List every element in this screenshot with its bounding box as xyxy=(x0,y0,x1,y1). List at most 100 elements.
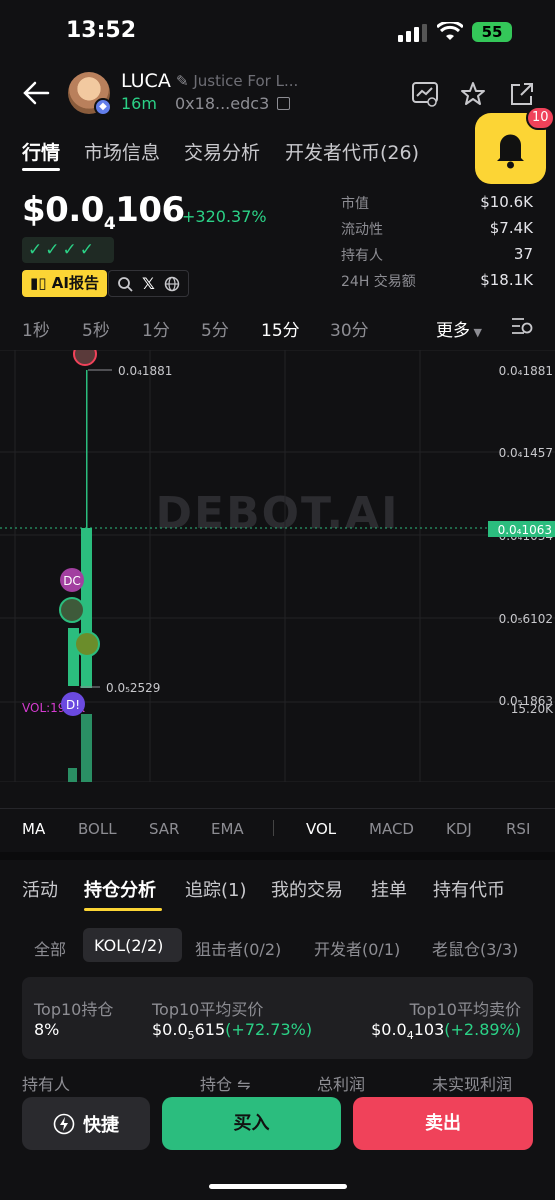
avg-sell-value: $0.04103(+2.89%) xyxy=(371,1020,521,1043)
back-arrow-icon[interactable] xyxy=(22,78,52,108)
tab-market-info[interactable]: 市场信息 xyxy=(84,138,160,165)
battery-indicator: 55 xyxy=(472,22,512,42)
sell-button[interactable]: 卖出 xyxy=(353,1097,533,1150)
interval-5m[interactable]: 5分 xyxy=(201,316,229,341)
subtab-activity[interactable]: 活动 xyxy=(22,876,58,902)
token-age: 16m xyxy=(121,94,157,113)
interval-1s[interactable]: 1秒 xyxy=(22,316,50,341)
axis-label: 0.0₄1881 xyxy=(499,364,553,378)
filter-insiders[interactable]: 老鼠仓(3/3) xyxy=(432,936,518,960)
column-holding[interactable]: 持仓 ⇋ xyxy=(200,1071,251,1095)
token-description: ✎ Justice For L... xyxy=(176,72,299,90)
volume-bar xyxy=(81,714,92,782)
buy-button[interactable]: 买入 xyxy=(162,1097,341,1150)
stat-label-liquidity: 流动性 xyxy=(341,222,383,238)
filter-developers[interactable]: 开发者(0/1) xyxy=(314,936,400,960)
indicator-rsi[interactable]: RSI xyxy=(506,820,530,838)
subtab-held-tokens[interactable]: 持有代币 xyxy=(433,876,505,902)
high-price-label: 0.0₄1881 xyxy=(118,364,172,378)
indicator-macd[interactable]: MACD xyxy=(369,820,414,838)
divider xyxy=(0,808,555,809)
stat-label-mcap: 市值 xyxy=(341,196,369,212)
current-price-tag-label: 0.0₄1063 xyxy=(498,523,552,537)
subtab-active-indicator xyxy=(84,908,162,911)
marker-label: D! xyxy=(66,698,80,712)
lightning-icon xyxy=(53,1113,75,1134)
quick-trade-button[interactable]: 快捷 xyxy=(22,1097,150,1150)
indicator-divider xyxy=(273,820,274,836)
alert-count-badge: 10 xyxy=(526,106,555,130)
indicator-kdj[interactable]: KDJ xyxy=(446,820,472,838)
stat-value-holders: 37 xyxy=(513,245,533,263)
interval-15m[interactable]: 15分 xyxy=(261,316,300,341)
indicator-boll[interactable]: BOLL xyxy=(78,820,117,838)
share-icon[interactable] xyxy=(507,80,535,108)
volume-bar xyxy=(68,768,77,782)
home-indicator xyxy=(209,1184,347,1189)
avg-sell-label: Top10平均卖价 xyxy=(409,1000,521,1019)
tab-market[interactable]: 行情 xyxy=(22,138,60,165)
social-links: 𝕏 xyxy=(108,270,189,297)
axis-label: 0.0₅6102 xyxy=(499,612,553,626)
x-twitter-icon[interactable]: 𝕏 xyxy=(142,274,155,293)
stat-label-volume: 24H 交易额 xyxy=(341,274,416,290)
chart-settings-icon[interactable] xyxy=(510,315,534,337)
contract-address[interactable]: 0x18...edc3 xyxy=(175,94,291,113)
price-change: +320.37% xyxy=(182,207,267,226)
trader-marker[interactable] xyxy=(74,631,100,657)
search-icon[interactable] xyxy=(117,276,133,292)
interval-5s[interactable]: 5秒 xyxy=(82,316,110,341)
stat-label-holders: 持有人 xyxy=(341,248,383,264)
avg-buy-label: Top10平均买价 xyxy=(152,1000,264,1019)
interval-1m[interactable]: 1分 xyxy=(142,316,170,341)
globe-icon[interactable] xyxy=(164,276,180,292)
column-holder: 持有人 xyxy=(22,1075,71,1094)
price-chart[interactable]: 0.0₄1881 0.0₅2529 0.0₄1881 0.0₄1457 0.0₄… xyxy=(0,350,555,782)
subtab-holdings[interactable]: 持仓分析 xyxy=(84,876,156,902)
interval-more[interactable]: 更多 ▼ xyxy=(436,316,482,341)
tab-dev-tokens[interactable]: 开发者代币(26) xyxy=(285,138,419,165)
security-checks[interactable]: ✓✓✓✓ xyxy=(22,237,114,263)
tab-trade-analysis[interactable]: 交易分析 xyxy=(184,138,260,165)
avg-buy-value: $0.05615(+72.73%) xyxy=(152,1020,313,1043)
ethereum-chain-icon: ◆ xyxy=(94,98,112,116)
stat-value-volume: $18.1K xyxy=(480,271,533,289)
subtab-orders[interactable]: 挂单 xyxy=(371,876,407,902)
subtab-my-trades[interactable]: 我的交易 xyxy=(271,876,343,902)
filter-snipers[interactable]: 狙击者(0/2) xyxy=(195,936,281,960)
chart-watch-icon[interactable] xyxy=(411,80,439,108)
trader-marker[interactable] xyxy=(73,350,97,366)
candle-wick xyxy=(86,370,88,530)
column-unrealized-profit: 未实现利润 xyxy=(432,1075,513,1094)
status-time: 13:52 xyxy=(66,18,137,43)
feather-icon: ✎ xyxy=(176,72,189,90)
section-gap xyxy=(0,852,555,860)
volume-axis-label: 15.20K xyxy=(511,702,554,716)
axis-label: 0.0₄1457 xyxy=(499,446,553,460)
subtab-tracking[interactable]: 追踪(1) xyxy=(185,876,247,902)
indicator-sar[interactable]: SAR xyxy=(149,820,179,838)
trader-marker[interactable] xyxy=(59,597,85,623)
stat-value-mcap: $10.6K xyxy=(480,193,533,211)
top10-hold-label: Top10持仓 xyxy=(34,1000,114,1019)
column-total-profit: 总利润 xyxy=(317,1075,366,1094)
indicator-vol[interactable]: VOL xyxy=(306,820,336,838)
stat-value-liquidity: $7.4K xyxy=(489,219,533,237)
token-name: LUCA xyxy=(121,70,171,92)
indicator-ma[interactable]: MA xyxy=(22,820,45,838)
star-icon[interactable] xyxy=(459,80,487,108)
filter-kol[interactable]: KOL(2/2) xyxy=(94,936,163,955)
ai-report-button[interactable]: ▮▯ AI报告 xyxy=(22,270,107,297)
book-icon: ▮▯ xyxy=(30,274,47,292)
low-price-label: 0.0₅2529 xyxy=(106,681,160,695)
indicator-ema[interactable]: EMA xyxy=(211,820,244,838)
holdings-summary-card: Top10持仓 8% Top10平均买价 $0.05615(+72.73%) T… xyxy=(22,977,533,1059)
marker-label: DC xyxy=(63,574,81,588)
current-price: $0.04106 xyxy=(22,190,185,234)
tab-active-indicator xyxy=(22,168,60,171)
interval-30m[interactable]: 30分 xyxy=(330,316,369,341)
filter-all[interactable]: 全部 xyxy=(34,936,66,960)
top10-hold-value: 8% xyxy=(34,1020,60,1039)
signal-icon xyxy=(398,24,427,42)
copy-icon[interactable] xyxy=(277,97,291,110)
